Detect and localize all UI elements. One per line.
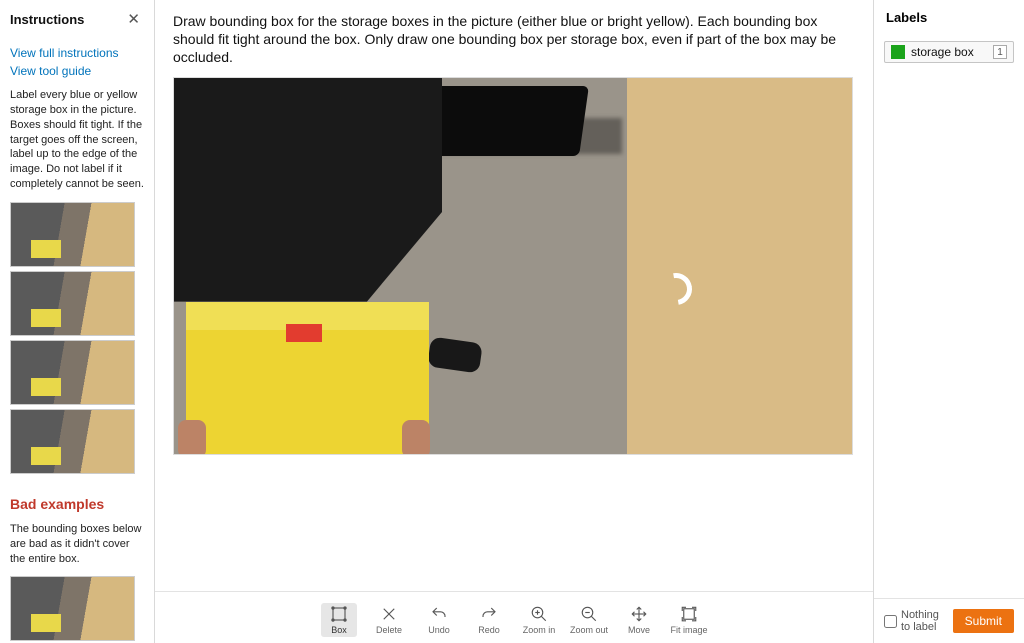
example-thumb [10, 340, 135, 405]
tool-delete[interactable]: Delete [371, 605, 407, 635]
label-name: storage box [911, 45, 987, 59]
undo-icon [430, 605, 448, 623]
instructions-title: Instructions [10, 12, 84, 27]
tool-move-label: Move [628, 625, 650, 635]
image-yellow-box [186, 302, 429, 454]
labels-footer: Nothing to label Submit [874, 598, 1024, 643]
nothing-to-label[interactable]: Nothing to label [884, 609, 945, 633]
zoom-out-icon [580, 605, 598, 623]
instructions-body: Label every blue or yellow storage box i… [10, 88, 144, 192]
nothing-to-label-checkbox[interactable] [884, 615, 897, 628]
instructions-header: Instructions ✕ [10, 8, 144, 30]
tool-redo-label: Redo [478, 625, 500, 635]
bad-example-thumb [10, 576, 135, 641]
tool-undo-label: Undo [428, 625, 450, 635]
view-full-instructions-link[interactable]: View full instructions [10, 46, 144, 60]
tool-redo[interactable]: Redo [471, 605, 507, 635]
close-icon[interactable]: ✕ [123, 8, 144, 30]
redo-icon [480, 605, 498, 623]
zoom-in-icon [530, 605, 548, 623]
tool-zoom-out-label: Zoom out [570, 625, 608, 635]
bad-examples-title: Bad examples [10, 496, 144, 512]
canvas-wrap [155, 73, 873, 591]
tool-box-label: Box [331, 625, 347, 635]
tool-box[interactable]: Box [321, 603, 357, 637]
image-box-label [286, 324, 322, 342]
annotation-image[interactable] [173, 77, 853, 455]
label-shortcut-key: 1 [993, 45, 1007, 59]
example-thumb [10, 271, 135, 336]
canvas-toolbar: Box Delete Undo Redo Zoom in Zoom out Mo… [155, 591, 873, 643]
tool-move[interactable]: Move [621, 605, 657, 635]
view-tool-guide-link[interactable]: View tool guide [10, 64, 144, 78]
label-color-swatch [891, 45, 905, 59]
task-prompt: Draw bounding box for the storage boxes … [155, 0, 873, 73]
submit-button[interactable]: Submit [953, 609, 1014, 633]
tool-zoom-in-label: Zoom in [523, 625, 556, 635]
box-tool-icon [330, 605, 348, 623]
labels-title: Labels [874, 0, 1024, 41]
label-row-storage-box[interactable]: storage box 1 [884, 41, 1014, 63]
tool-delete-label: Delete [376, 625, 402, 635]
image-hand-right [402, 420, 430, 455]
main-canvas-area: Draw bounding box for the storage boxes … [155, 0, 874, 643]
example-thumb [10, 409, 135, 474]
tool-fit-image[interactable]: Fit image [671, 605, 707, 635]
image-hand-left [178, 420, 206, 455]
move-icon [630, 605, 648, 623]
fit-image-icon [680, 605, 698, 623]
image-wood-panel [627, 78, 852, 454]
tool-zoom-in[interactable]: Zoom in [521, 605, 557, 635]
tool-undo[interactable]: Undo [421, 605, 457, 635]
tool-zoom-out[interactable]: Zoom out [571, 605, 607, 635]
nothing-to-label-text: Nothing to label [901, 609, 945, 633]
tool-fit-label: Fit image [671, 625, 708, 635]
bad-examples-body: The bounding boxes below are bad as it d… [10, 522, 144, 567]
labels-panel: Labels storage box 1 Nothing to label Su… [874, 0, 1024, 643]
instructions-panel: Instructions ✕ View full instructions Vi… [0, 0, 155, 643]
example-thumb [10, 202, 135, 267]
delete-icon [380, 605, 398, 623]
